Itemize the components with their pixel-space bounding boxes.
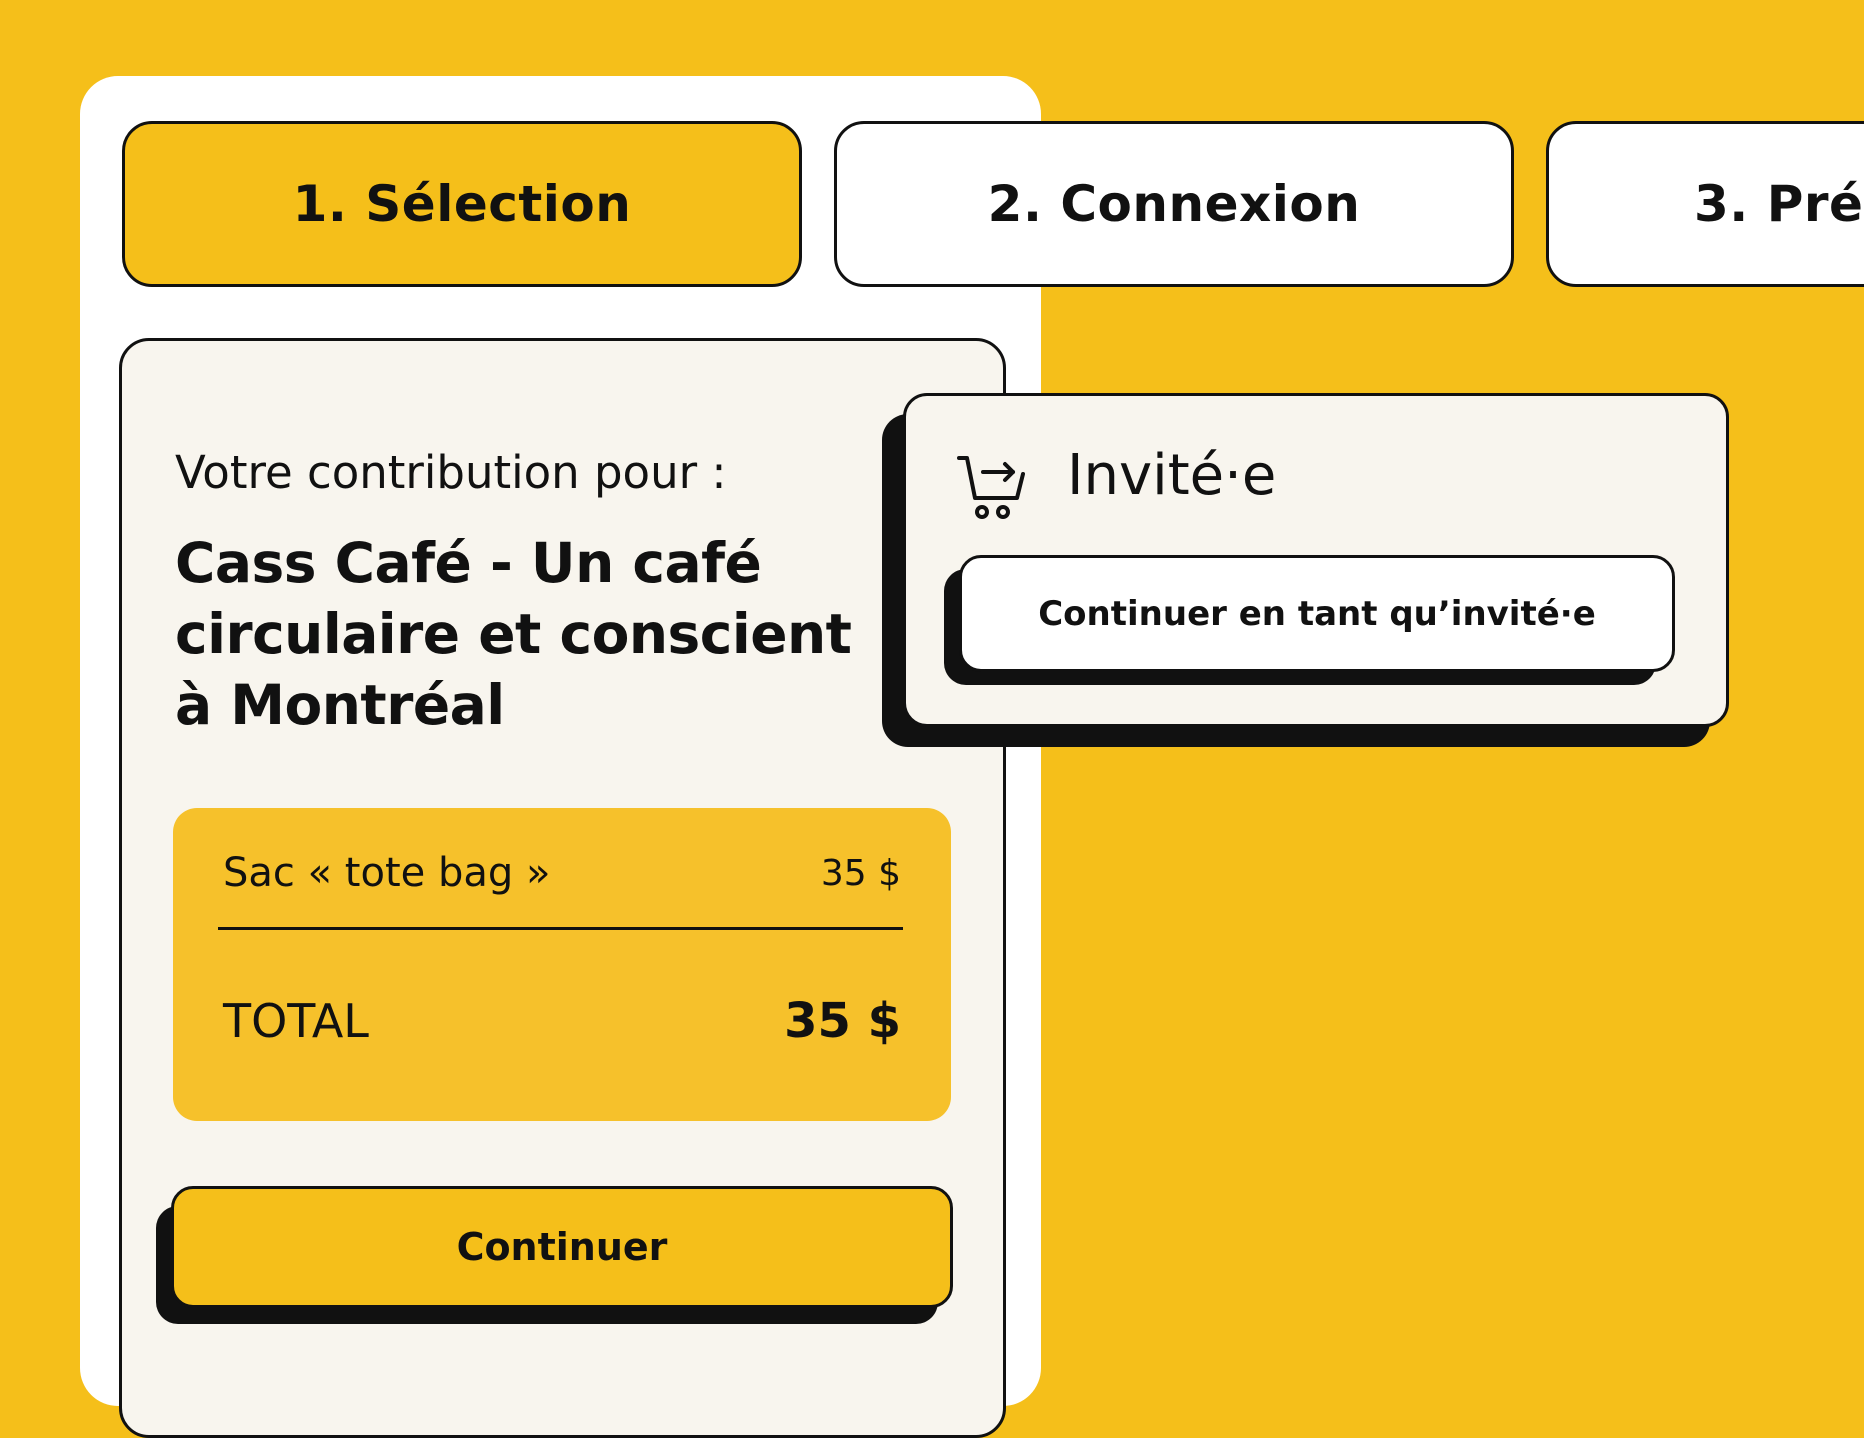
- continue-button[interactable]: Continuer: [171, 1186, 953, 1308]
- item-price: 35 $: [820, 852, 901, 894]
- step-label: 1. Sélection: [292, 175, 632, 233]
- summary-item-row: Sac « tote bag » 35 $: [223, 850, 901, 896]
- guest-title: Invité·e: [1067, 443, 1277, 508]
- summary-total-row: TOTAL 35 $: [223, 993, 901, 1049]
- step-tab-preparation[interactable]: 3. Prép: [1546, 121, 1864, 287]
- total-value: 35 $: [784, 993, 901, 1049]
- step-tab-connexion[interactable]: 2. Connexion: [834, 121, 1514, 287]
- contribution-label: Votre contribution pour :: [175, 446, 727, 499]
- continue-as-guest-button[interactable]: Continuer en tant qu’invité·e: [959, 555, 1675, 672]
- summary-divider: [218, 927, 903, 930]
- item-name: Sac « tote bag »: [223, 850, 551, 896]
- step-label: 2. Connexion: [987, 175, 1361, 233]
- project-title: Cass Café - Un café circulaire et consci…: [175, 531, 852, 737]
- total-label: TOTAL: [223, 994, 369, 1048]
- cart-arrow-icon: [957, 456, 1025, 519]
- step-label: 3. Prép: [1694, 175, 1864, 233]
- step-tab-selection[interactable]: 1. Sélection: [122, 121, 802, 287]
- order-summary: Sac « tote bag » 35 $ TOTAL 35 $: [173, 808, 951, 1121]
